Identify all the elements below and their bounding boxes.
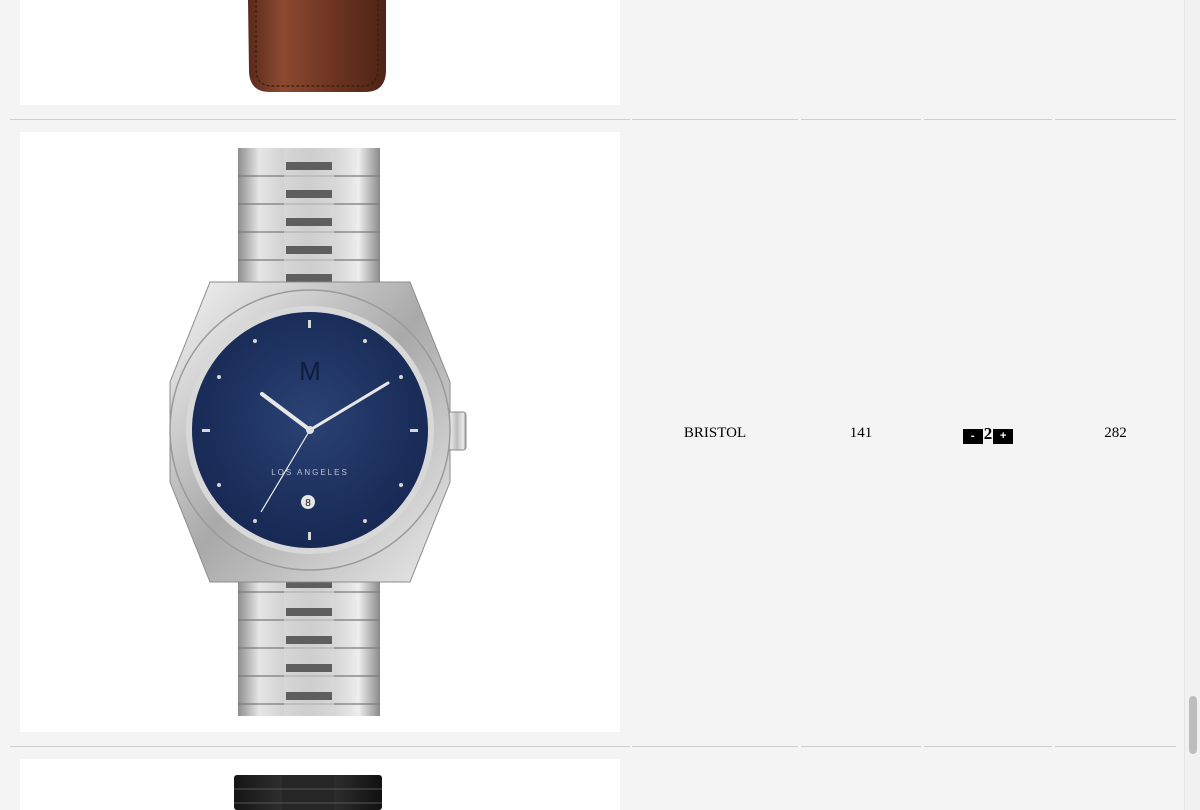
product-price: 141	[849, 425, 873, 441]
cart-page: M LOS ANGELES 8 BRISTOL 141 - 2 + 282	[0, 0, 1200, 810]
row-divider	[1055, 119, 1176, 120]
row-divider	[924, 746, 1052, 747]
row-divider	[924, 119, 1052, 120]
quantity-stepper: - 2 +	[962, 424, 1014, 444]
vertical-scrollbar[interactable]	[1184, 0, 1200, 810]
product-image-bristol-watch[interactable]: M LOS ANGELES 8	[20, 132, 620, 732]
row-divider	[10, 119, 630, 120]
svg-text:8: 8	[305, 498, 311, 509]
bracelet-top	[238, 148, 380, 298]
decrease-quantity-button[interactable]: -	[962, 428, 983, 444]
product-name: BRISTOL	[683, 425, 747, 441]
row-divider	[632, 119, 798, 120]
svg-text:M: M	[299, 356, 321, 386]
product-total: 282	[1104, 425, 1127, 441]
row-divider	[10, 746, 630, 747]
increase-quantity-button[interactable]: +	[993, 428, 1014, 444]
quantity-value: 2	[983, 424, 993, 443]
row-divider	[1055, 746, 1176, 747]
row-divider	[632, 746, 798, 747]
product-image-leather-watch[interactable]	[20, 0, 620, 105]
row-divider	[801, 746, 921, 747]
product-image-black-watch[interactable]	[20, 759, 620, 810]
row-divider	[801, 119, 921, 120]
scrollbar-thumb[interactable]	[1189, 696, 1197, 754]
bracelet-bottom	[238, 566, 380, 716]
